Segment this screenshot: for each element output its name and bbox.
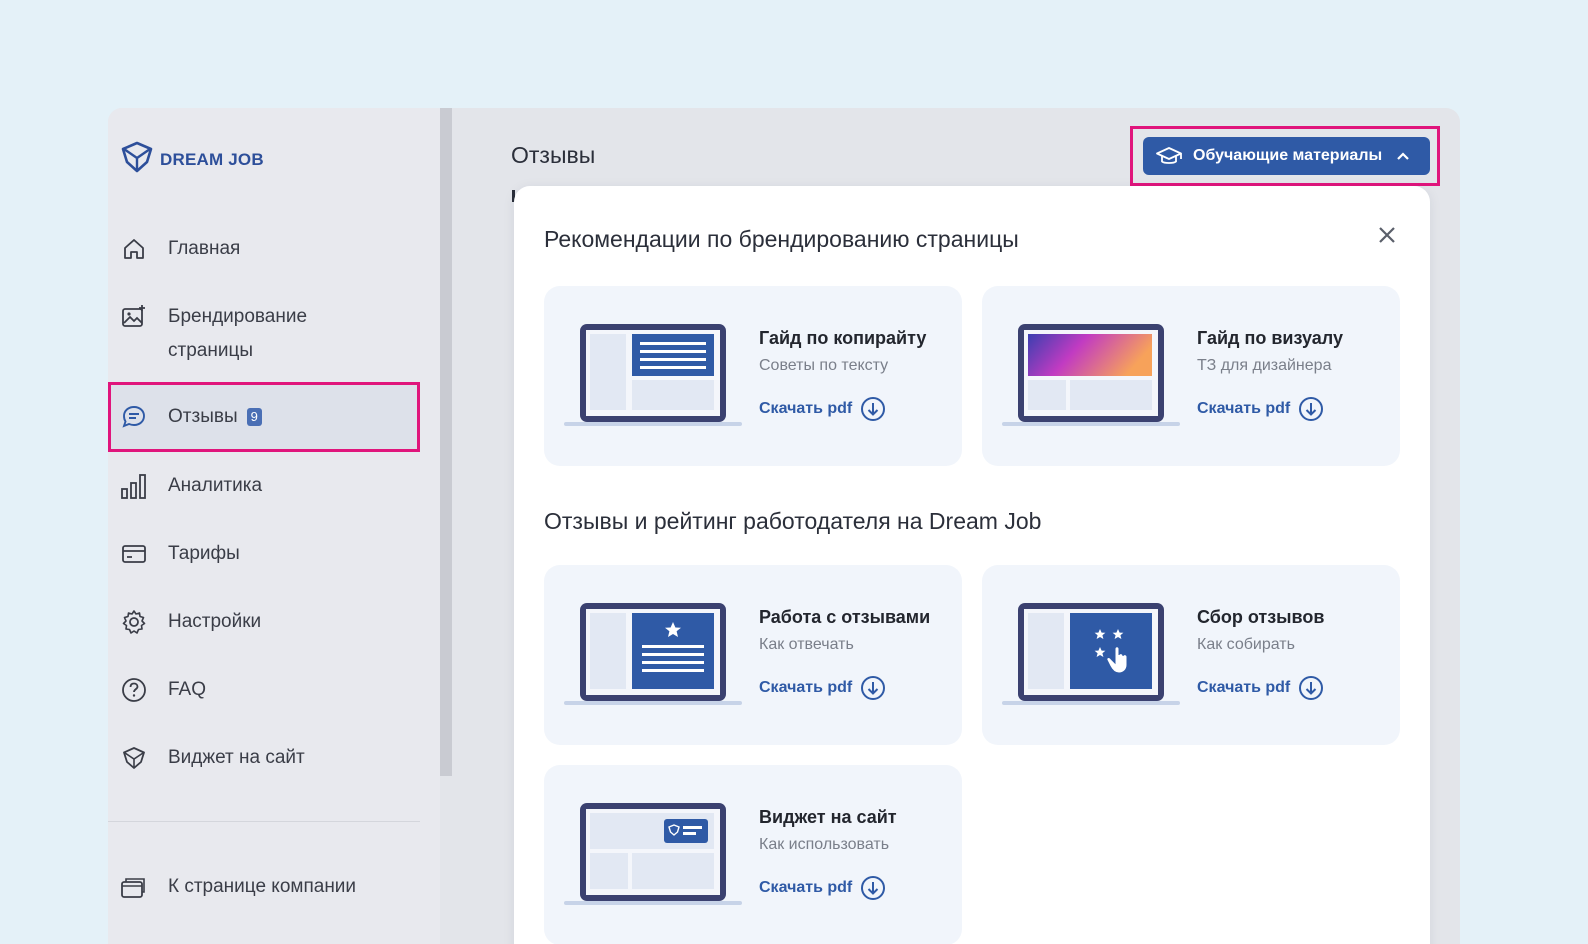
sidebar-item-reviews[interactable]: Отзывы 9 <box>108 382 420 452</box>
laptop-gradient-illustration <box>1002 324 1180 426</box>
sidebar-item-faq[interactable]: FAQ <box>108 673 420 707</box>
download-pdf-link[interactable]: Скачать pdf <box>1197 675 1324 701</box>
card-title: Работа с отзывами <box>759 607 931 627</box>
laptop-text-illustration <box>564 324 742 426</box>
sidebar-scrollbar[interactable] <box>440 108 452 776</box>
logo-text: DREAM JOB <box>160 149 264 169</box>
card-subtitle: Как собирать <box>1197 636 1295 653</box>
laptop-widget-illustration <box>564 803 742 905</box>
company-page-link[interactable]: К странице компании <box>108 870 420 904</box>
edu-button-highlight: Обучающие материалы <box>1130 126 1440 186</box>
download-pdf-link[interactable]: Скачать pdf <box>759 875 886 901</box>
card-subtitle: Как отвечать <box>759 636 854 653</box>
download-label: Скачать pdf <box>759 679 853 696</box>
card-icon <box>120 537 148 571</box>
card-site-widget: Виджет на сайт Как использовать Скачать … <box>544 765 962 944</box>
download-label: Скачать pdf <box>759 400 853 417</box>
reviews-count-badge: 9 <box>246 408 262 426</box>
sidebar-item-analytics[interactable]: Аналитика <box>108 469 420 503</box>
card-visual-guide: Гайд по визуалу ТЗ для дизайнера Скачать… <box>982 286 1400 466</box>
windows-icon <box>120 870 148 904</box>
sidebar-item-branding[interactable]: Брендирование страницы <box>108 300 420 368</box>
laptop-stars-hand-illustration <box>1002 603 1180 705</box>
sidebar-item-label: Отзывы <box>168 406 238 427</box>
sidebar-item-label: Виджет на сайт <box>168 747 305 768</box>
sidebar-item-label: FAQ <box>168 679 207 700</box>
logo[interactable]: DREAM JOB <box>120 140 264 179</box>
download-pdf-link[interactable]: Скачать pdf <box>1197 396 1324 422</box>
sidebar-item-label: Аналитика <box>168 475 263 496</box>
card-collecting-reviews: Сбор отзывов Как собирать Скачать pdf <box>982 565 1400 745</box>
download-icon <box>1299 676 1324 700</box>
card-title: Сбор отзывов <box>1197 607 1325 627</box>
chevron-up-icon <box>1396 151 1410 161</box>
download-label: Скачать pdf <box>1197 679 1291 696</box>
learning-materials-panel: Рекомендации по брендированию страницы Г… <box>514 186 1430 944</box>
sidebar-item-label: Настройки <box>168 611 262 632</box>
laptop-star-text-illustration <box>564 603 742 705</box>
sidebar-divider <box>108 821 420 822</box>
card-subtitle: Как использовать <box>759 836 890 853</box>
download-pdf-link[interactable]: Скачать pdf <box>759 396 886 422</box>
sidebar-item-label: Тарифы <box>168 543 240 564</box>
download-icon <box>861 676 886 700</box>
bar-chart-icon <box>120 469 148 503</box>
learning-materials-button[interactable]: Обучающие материалы <box>1143 137 1430 175</box>
download-icon <box>1299 397 1324 421</box>
card-title: Виджет на сайт <box>759 807 897 827</box>
learning-materials-label: Обучающие материалы <box>1193 147 1383 164</box>
diamond-icon <box>120 741 148 775</box>
sidebar-item-tariffs[interactable]: Тарифы <box>108 537 420 571</box>
card-copywriting-guide: Гайд по копирайту Советы по тексту Скача… <box>544 286 962 466</box>
section-title-reviews: Отзывы и рейтинг работодателя на Dream J… <box>544 508 1042 534</box>
company-link-label: К странице компании <box>168 876 357 897</box>
card-working-with-reviews: Работа с отзывами Как отвечать Скачать p… <box>544 565 962 745</box>
graduation-cap-icon <box>1155 145 1183 167</box>
card-title: Гайд по копирайту <box>759 328 927 348</box>
sidebar-item-widget[interactable]: Виджет на сайт <box>108 741 420 775</box>
download-icon <box>861 397 886 421</box>
question-icon <box>120 673 148 707</box>
download-label: Скачать pdf <box>1197 400 1291 417</box>
download-label: Скачать pdf <box>759 879 853 896</box>
sidebar-item-label-line2: страницы <box>168 340 253 361</box>
download-pdf-link[interactable]: Скачать pdf <box>759 675 886 701</box>
section-title-branding: Рекомендации по брендированию страницы <box>544 226 1019 252</box>
chat-icon <box>120 400 148 434</box>
sidebar-item-settings[interactable]: Настройки <box>108 605 420 639</box>
card-title: Гайд по визуалу <box>1197 328 1343 348</box>
download-icon <box>861 876 886 900</box>
gear-icon <box>120 605 148 639</box>
sidebar: DREAM JOB Главная Брендирование страницы… <box>108 108 440 944</box>
sidebar-item-home[interactable]: Главная <box>108 232 420 266</box>
app-window: DREAM JOB Главная Брендирование страницы… <box>108 108 1460 944</box>
close-icon[interactable] <box>1376 224 1398 246</box>
sidebar-item-label: Брендирование <box>168 306 308 327</box>
home-icon <box>120 232 148 266</box>
dream-job-logo-icon <box>120 140 154 179</box>
image-plus-icon <box>120 300 148 334</box>
sidebar-item-label: Главная <box>168 238 241 259</box>
card-subtitle: ТЗ для дизайнера <box>1197 357 1332 374</box>
card-subtitle: Советы по тексту <box>759 357 889 374</box>
page-title: Отзывы <box>511 142 596 168</box>
